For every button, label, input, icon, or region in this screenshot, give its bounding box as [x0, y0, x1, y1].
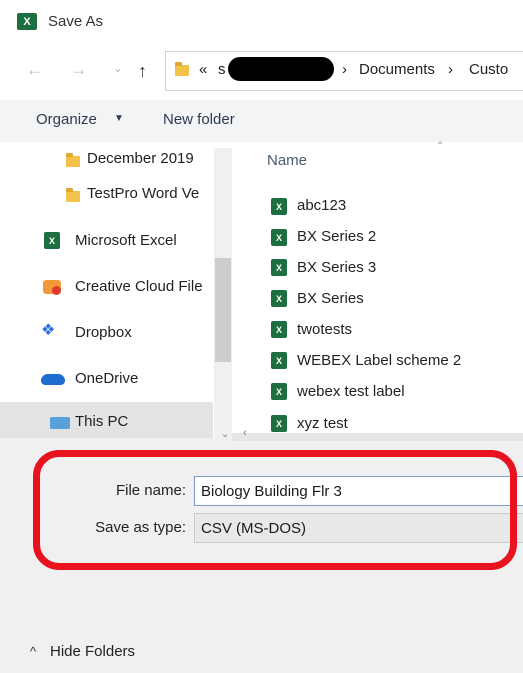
- organize-dropdown-icon[interactable]: ▼: [114, 113, 124, 124]
- sidebar-item-this-pc[interactable]: This PC: [75, 413, 128, 430]
- file-row[interactable]: webex test label: [297, 383, 405, 400]
- csv-file-icon: X: [271, 352, 287, 369]
- file-list-hscrollbar[interactable]: [232, 433, 523, 441]
- sync-badge-icon: [52, 286, 61, 295]
- breadcrumb-documents[interactable]: Documents: [359, 61, 435, 78]
- highlight-annotation: [33, 450, 517, 570]
- column-header-name[interactable]: Name: [267, 152, 307, 169]
- file-row[interactable]: twotests: [297, 321, 352, 338]
- forward-arrow-icon[interactable]: →: [70, 60, 87, 80]
- computer-icon: [50, 417, 70, 429]
- folder-icon: [66, 153, 80, 167]
- dropbox-icon: ❖: [41, 322, 56, 339]
- file-row[interactable]: xyz test: [297, 415, 348, 432]
- sidebar-item-onedrive[interactable]: OneDrive: [75, 370, 138, 387]
- recent-locations-chevron-icon[interactable]: ⌄: [113, 61, 123, 75]
- back-arrow-icon[interactable]: ←: [26, 60, 43, 80]
- excel-app-icon: X: [17, 13, 37, 30]
- file-row[interactable]: BX Series 2: [297, 228, 376, 245]
- sidebar-item-dropbox[interactable]: Dropbox: [75, 324, 132, 341]
- organize-button[interactable]: Organize: [36, 111, 97, 128]
- excel-icon: X: [44, 232, 60, 249]
- file-row[interactable]: BX Series 3: [297, 259, 376, 276]
- sidebar-scroll-thumb[interactable]: [215, 258, 231, 362]
- sidebar-item-creative-cloud[interactable]: Creative Cloud File: [75, 278, 213, 295]
- file-row[interactable]: abc123: [297, 197, 346, 214]
- folder-icon: [175, 62, 189, 76]
- path-overflow[interactable]: «: [199, 61, 207, 78]
- folder-icon: [66, 188, 80, 202]
- path-partial: s: [218, 61, 226, 78]
- sidebar-item-december-2019[interactable]: December 2019: [87, 150, 194, 167]
- csv-file-icon: X: [271, 259, 287, 276]
- breadcrumb-custom[interactable]: Custo: [469, 61, 508, 78]
- crumb-separator: ›: [342, 61, 347, 78]
- sidebar-item-microsoft-excel[interactable]: Microsoft Excel: [75, 232, 177, 249]
- csv-file-icon: X: [271, 198, 287, 215]
- file-row[interactable]: WEBEX Label scheme 2: [297, 352, 461, 369]
- csv-file-icon: X: [271, 383, 287, 400]
- sort-ascending-icon: ⌃: [436, 141, 445, 152]
- sidebar-item-testpro[interactable]: TestPro Word Ve: [87, 185, 211, 202]
- scroll-down-icon[interactable]: ⌄: [221, 429, 229, 440]
- onedrive-icon: [41, 374, 65, 385]
- chevron-up-icon[interactable]: ^: [30, 644, 36, 659]
- hide-folders-button[interactable]: Hide Folders: [50, 643, 135, 660]
- csv-file-icon: X: [271, 321, 287, 338]
- scroll-left-icon[interactable]: ‹: [243, 427, 247, 439]
- new-folder-button[interactable]: New folder: [163, 111, 235, 128]
- window-title: Save As: [48, 13, 104, 30]
- up-arrow-icon[interactable]: ↑: [138, 61, 147, 82]
- csv-file-icon: X: [271, 290, 287, 307]
- csv-file-icon: X: [271, 415, 287, 432]
- redaction-bar: [228, 57, 334, 81]
- file-row[interactable]: BX Series: [297, 290, 364, 307]
- crumb-separator: ›: [448, 61, 453, 78]
- csv-file-icon: X: [271, 229, 287, 246]
